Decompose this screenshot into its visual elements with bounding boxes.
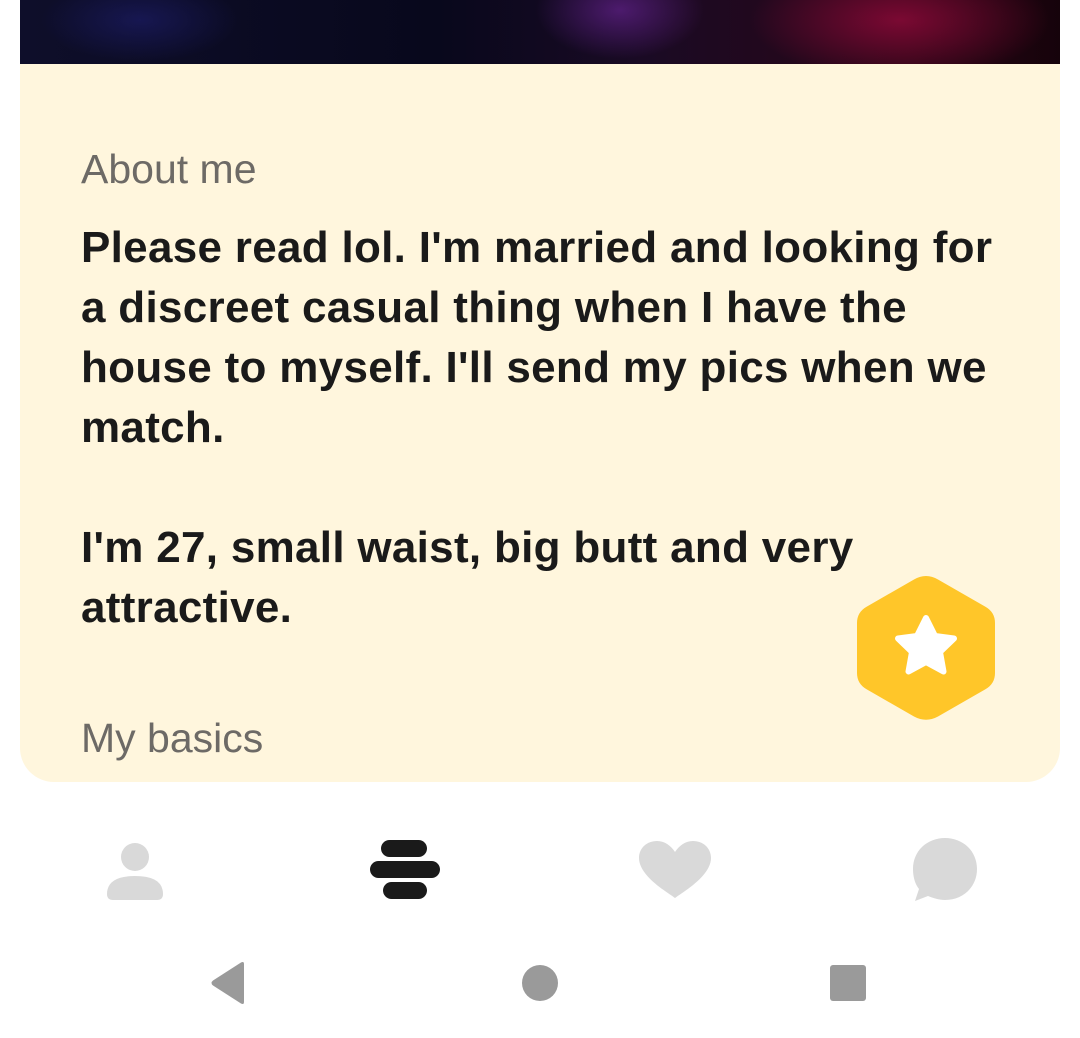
star-icon: [857, 576, 995, 720]
superswipe-button[interactable]: [853, 572, 999, 724]
system-recents-button[interactable]: [813, 948, 883, 1018]
recents-icon: [830, 965, 866, 1001]
my-basics-heading: My basics: [81, 715, 264, 761]
tab-likes[interactable]: [625, 820, 725, 920]
tab-chats[interactable]: [895, 820, 995, 920]
tab-profile[interactable]: [85, 820, 185, 920]
profile-photo[interactable]: [20, 0, 1060, 64]
bottom-tab-bar: [0, 800, 1080, 926]
heart-icon: [639, 841, 711, 898]
discover-icon: [370, 840, 440, 899]
profile-card[interactable]: About me Please read lol. I'm married an…: [20, 0, 1060, 782]
home-icon: [522, 965, 558, 1001]
profile-icon: [107, 843, 163, 900]
back-icon: [211, 962, 244, 1004]
system-back-button[interactable]: [193, 948, 263, 1018]
app-screen: About me Please read lol. I'm married an…: [0, 0, 1080, 1038]
chat-bubble-icon: [913, 838, 977, 901]
system-home-button[interactable]: [505, 948, 575, 1018]
tab-discover[interactable]: [355, 820, 455, 920]
system-navigation-bar: [0, 926, 1080, 1038]
about-me-heading: About me: [81, 146, 257, 192]
